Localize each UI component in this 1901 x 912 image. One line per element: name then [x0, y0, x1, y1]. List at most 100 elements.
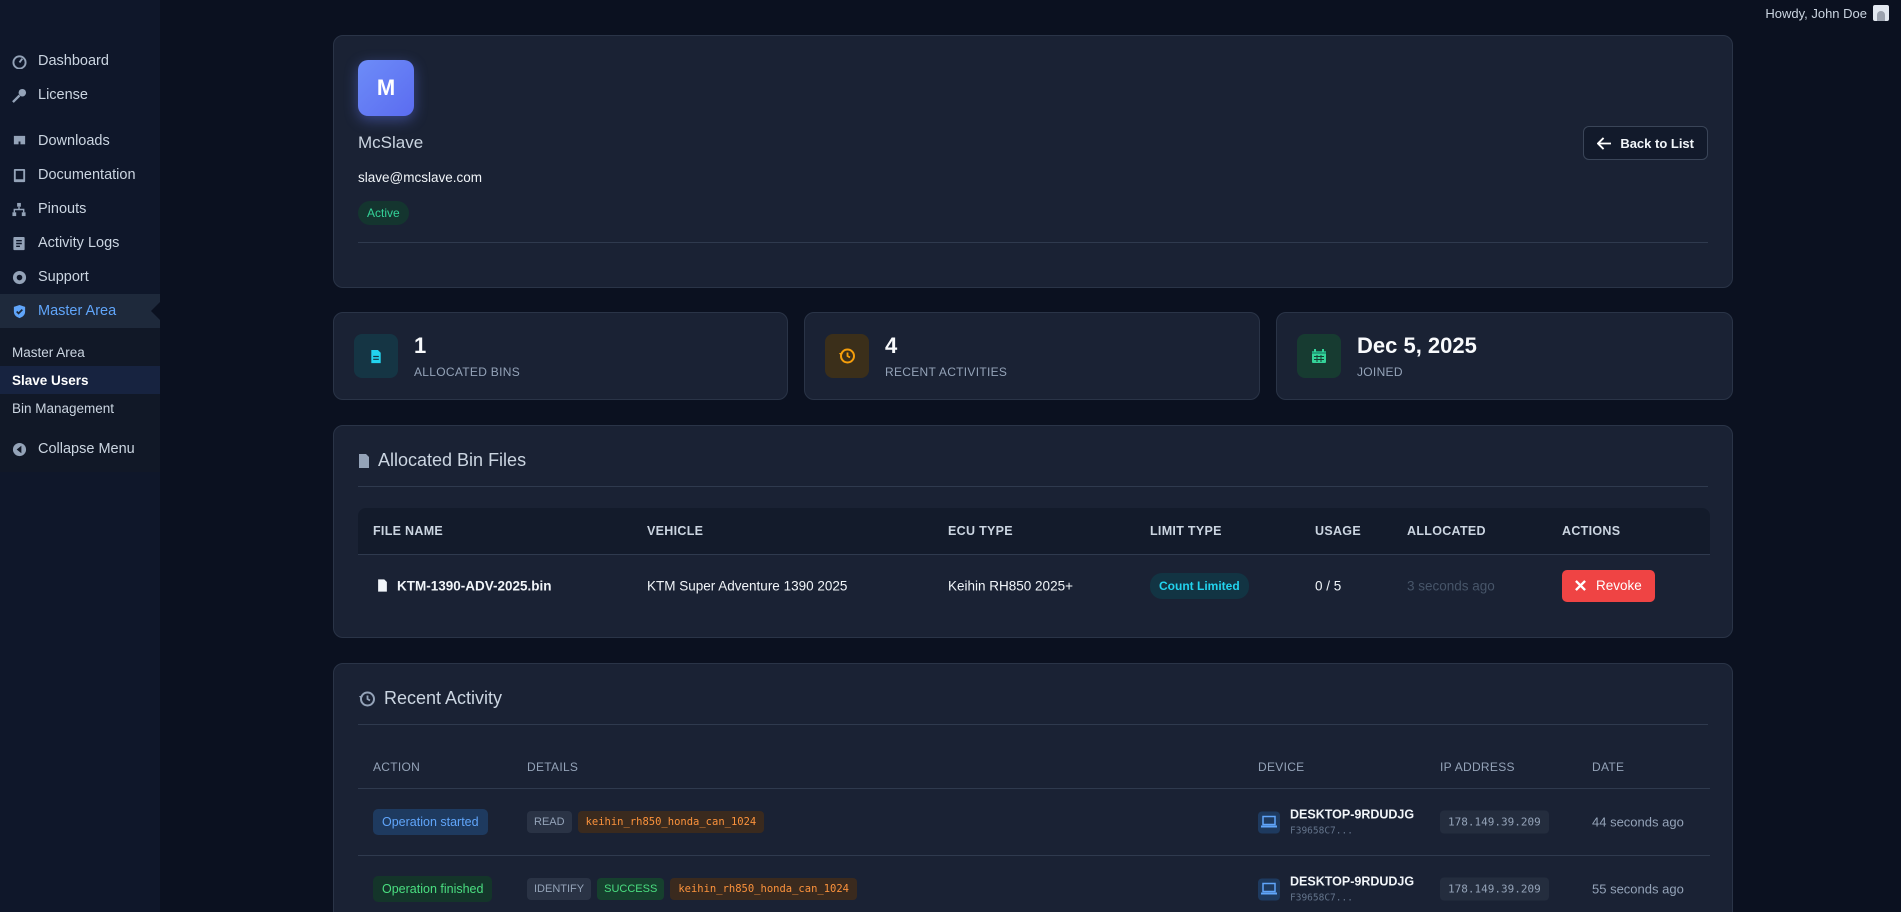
- file-icon: [354, 334, 398, 378]
- stat-value: 4: [885, 333, 898, 358]
- usage-cell: 0 / 5: [1315, 578, 1342, 593]
- table-row: KTM-1390-ADV-2025.bin KTM Super Adventur…: [358, 554, 1710, 616]
- column-header: USAGE: [1315, 524, 1361, 538]
- column-header: FILE NAME: [373, 524, 444, 538]
- user-email: slave@mcslave.com: [358, 170, 482, 185]
- ip-address: 178.149.39.209: [1440, 810, 1549, 834]
- column-header: DATE: [1592, 760, 1625, 774]
- ecu-cell: Keihin RH850 2025+: [948, 578, 1073, 593]
- calendar-icon: [1297, 334, 1341, 378]
- column-header: DETAILS: [527, 760, 579, 774]
- sidebar-item-label: Activity Logs: [38, 235, 120, 251]
- collapse-menu-label: Collapse Menu: [38, 441, 135, 457]
- key-icon: [10, 86, 28, 104]
- file-icon: [359, 453, 369, 468]
- file-name: KTM-1390-ADV-2025.bin: [397, 578, 552, 593]
- recent-activity-card: Recent Activity ACTION DETAILS DEVICE IP…: [333, 663, 1733, 912]
- column-header: ECU TYPE: [948, 524, 1013, 538]
- sidebar-item-label: Support: [38, 269, 89, 285]
- limit-type-badge: Count Limited: [1150, 572, 1249, 599]
- device-name: DESKTOP-9RDUDJG: [1290, 807, 1415, 822]
- device-cell: DESKTOP-9RDUDJG F39658C7...: [1258, 875, 1414, 904]
- stat-label: JOINED: [1357, 365, 1403, 379]
- column-header: LIMIT TYPE: [1150, 524, 1222, 538]
- column-header: ALLOCATED: [1407, 524, 1486, 538]
- sidebar-item-support[interactable]: Support: [0, 260, 160, 294]
- details-cell: IDENTIFY SUCCESS keihin_rh850_honda_can_…: [527, 878, 857, 900]
- section-title: Recent Activity: [358, 688, 502, 709]
- sidebar-menu: Dashboard License Downloads Documentatio…: [0, 44, 160, 472]
- action-badge: Operation started: [373, 809, 488, 835]
- file-name-cell: KTM-1390-ADV-2025.bin: [377, 578, 552, 593]
- section-title: Allocated Bin Files: [358, 450, 526, 471]
- profile-code: keihin_rh850_honda_can_1024: [577, 811, 765, 833]
- date-cell: 55 seconds ago: [1592, 881, 1684, 897]
- submenu-item-bin-management[interactable]: Bin Management: [0, 394, 160, 422]
- stat-value: Dec 5, 2025: [1357, 333, 1477, 358]
- result-tag: SUCCESS: [597, 878, 665, 900]
- column-header: ACTIONS: [1562, 524, 1621, 538]
- operation-tag: IDENTIFY: [527, 878, 592, 900]
- operation-tag: READ: [527, 811, 572, 833]
- user-avatar-icon: [1873, 5, 1889, 21]
- sidebar-item-downloads[interactable]: Downloads: [0, 124, 160, 158]
- submenu-item-slave-users[interactable]: Slave Users: [0, 366, 160, 394]
- collapse-menu-button[interactable]: Collapse Menu: [0, 432, 160, 466]
- history-icon: [825, 334, 869, 378]
- date-cell: 44 seconds ago: [1592, 814, 1684, 830]
- shield-icon: [10, 302, 28, 320]
- sidebar-item-pinouts[interactable]: Pinouts: [0, 192, 160, 226]
- sidebar: Dashboard License Downloads Documentatio…: [0, 0, 160, 912]
- section-title-text: Allocated Bin Files: [378, 450, 527, 470]
- section-title-text: Recent Activity: [384, 688, 503, 708]
- sidebar-item-label: Downloads: [38, 133, 110, 149]
- collapse-icon: [10, 440, 28, 458]
- stat-label: RECENT ACTIVITIES: [885, 365, 1008, 379]
- user-name: McSlave: [358, 133, 424, 152]
- book-icon: [10, 166, 28, 184]
- sidebar-submenu: Master Area Slave Users Bin Management C…: [0, 328, 160, 472]
- stat-value: 1: [414, 333, 427, 358]
- table-row: Operation finished IDENTIFY SUCCESS keih…: [358, 855, 1710, 912]
- user-greeting[interactable]: Howdy, John Doe: [1765, 5, 1889, 21]
- back-to-list-button[interactable]: Back to List: [1583, 126, 1708, 160]
- device-cell: DESKTOP-9RDUDJG F39658C7...: [1258, 808, 1414, 837]
- profile-card: M McSlave slave@mcslave.com Active Back …: [333, 35, 1733, 288]
- action-badge: Operation finished: [373, 876, 493, 902]
- device-id: F39658C7...: [1290, 892, 1353, 904]
- arrow-left-icon: [1597, 136, 1612, 150]
- sidebar-item-dashboard[interactable]: Dashboard: [0, 44, 160, 78]
- device-id: F39658C7...: [1290, 825, 1353, 837]
- divider: [358, 724, 1708, 725]
- sidebar-item-label: Pinouts: [38, 201, 87, 217]
- avatar: M: [358, 60, 414, 116]
- submenu-item-master-area[interactable]: Master Area: [0, 338, 160, 366]
- sidebar-item-master-area[interactable]: Master Area: [0, 294, 160, 328]
- status-badge: Active: [358, 201, 409, 225]
- sidebar-item-license[interactable]: License: [0, 78, 160, 112]
- ip-address: 178.149.39.209: [1440, 877, 1549, 901]
- stat-card-recent-activities: 4 RECENT ACTIVITIES: [804, 312, 1260, 400]
- revoke-button[interactable]: Revoke: [1562, 569, 1655, 602]
- revoke-label: Revoke: [1596, 578, 1642, 593]
- stat-card-allocated-bins: 1 ALLOCATED BINS: [333, 312, 788, 400]
- bins-table: FILE NAME VEHICLE ECU TYPE LIMIT TYPE US…: [358, 508, 1710, 616]
- sidebar-item-documentation[interactable]: Documentation: [0, 158, 160, 192]
- sitemap-icon: [10, 200, 28, 218]
- table-row: Operation started READ keihin_rh850_hond…: [358, 788, 1710, 855]
- allocated-bins-card: Allocated Bin Files FILE NAME VEHICLE EC…: [333, 425, 1733, 638]
- history-icon: [359, 691, 375, 706]
- log-icon: [10, 234, 28, 252]
- device-name: DESKTOP-9RDUDJG: [1290, 874, 1415, 889]
- sidebar-item-activity-logs[interactable]: Activity Logs: [0, 226, 160, 260]
- allocated-cell: 3 seconds ago: [1407, 578, 1495, 593]
- close-icon: [1575, 580, 1586, 591]
- back-button-label: Back to List: [1620, 135, 1694, 151]
- download-icon: [10, 132, 28, 150]
- activity-table: ACTION DETAILS DEVICE IP ADDRESS DATE Op…: [358, 746, 1710, 912]
- column-header: IP ADDRESS: [1440, 760, 1515, 774]
- stat-card-joined: Dec 5, 2025 JOINED: [1276, 312, 1733, 400]
- vehicle-cell: KTM Super Adventure 1390 2025: [647, 578, 848, 593]
- sidebar-item-label: Dashboard: [38, 53, 109, 69]
- sidebar-item-label: Documentation: [38, 167, 136, 183]
